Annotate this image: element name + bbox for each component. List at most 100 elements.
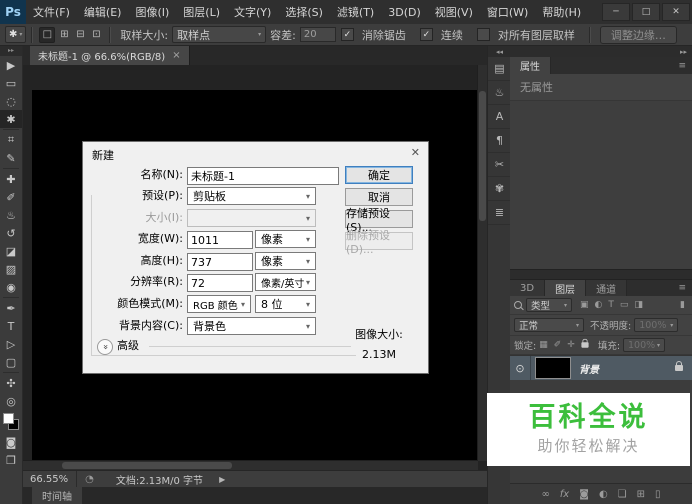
filter-adjustment-layers-icon[interactable]: ◐ bbox=[595, 300, 603, 310]
menu-help[interactable]: 帮助(H) bbox=[535, 4, 588, 20]
brush-panel-icon[interactable]: ✾ bbox=[488, 177, 511, 201]
quick-mask-button[interactable]: ◙ bbox=[0, 433, 22, 451]
magic-wand-tool[interactable]: ✱ bbox=[0, 110, 22, 128]
pen-tool[interactable]: ✒ bbox=[0, 299, 22, 317]
anti-alias-option[interactable]: ✓ 消除锯齿 bbox=[341, 27, 410, 43]
expand-panels-handle[interactable]: ◂◂ bbox=[488, 46, 511, 57]
sample-size-dropdown[interactable]: 取样点 ▾ bbox=[172, 26, 266, 43]
crop-tool[interactable]: ⌗ bbox=[0, 131, 22, 149]
lock-paint-icon[interactable]: ✐ bbox=[554, 340, 562, 350]
new-layer-icon[interactable]: ⊞ bbox=[637, 489, 645, 500]
cancel-button[interactable]: 取消 bbox=[345, 188, 413, 206]
paragraph-panel-icon[interactable]: ¶ bbox=[488, 129, 511, 153]
type-tool[interactable]: T bbox=[0, 317, 22, 335]
subtract-from-selection-icon[interactable]: ⊟ bbox=[73, 28, 87, 42]
status-menu-arrow-icon[interactable]: ▶ bbox=[219, 475, 225, 484]
intersect-selection-icon[interactable]: ⊡ bbox=[89, 28, 103, 42]
filter-toggle-icon[interactable]: ▮ bbox=[680, 300, 685, 310]
tab-3d[interactable]: 3D bbox=[510, 280, 545, 296]
opacity-dropdown[interactable]: 100% ▾ bbox=[634, 318, 678, 332]
layer-effects-icon[interactable]: fx bbox=[560, 489, 569, 500]
shape-tool[interactable]: ▢ bbox=[0, 353, 22, 371]
menu-image[interactable]: 图像(I) bbox=[128, 4, 176, 20]
zoom-tool[interactable]: ◎ bbox=[0, 392, 22, 410]
height-input[interactable] bbox=[187, 253, 253, 271]
checkbox-checked-icon[interactable]: ✓ bbox=[420, 28, 433, 41]
layer-row-background[interactable]: ⊙ 背景 bbox=[510, 356, 692, 380]
filter-type-layers-icon[interactable]: T bbox=[608, 300, 614, 310]
lock-all-icon[interactable] bbox=[581, 342, 588, 347]
filter-shape-layers-icon[interactable]: ▭ bbox=[620, 300, 629, 310]
name-input[interactable] bbox=[187, 167, 339, 185]
healing-brush-tool[interactable]: ✚ bbox=[0, 170, 22, 188]
checkbox-checked-icon[interactable]: ✓ bbox=[341, 28, 354, 41]
zoom-level-field[interactable]: 66.55% bbox=[22, 471, 77, 488]
tab-channels[interactable]: 通道 bbox=[586, 280, 627, 296]
menu-window[interactable]: 窗口(W) bbox=[480, 4, 535, 20]
collapse-tools-handle[interactable]: ▸▸ bbox=[0, 46, 22, 56]
minimize-button[interactable]: ─ bbox=[602, 3, 630, 21]
height-unit-dropdown[interactable]: 像素 ▾ bbox=[255, 252, 316, 270]
tolerance-input[interactable] bbox=[300, 27, 336, 42]
menu-layer[interactable]: 图层(L) bbox=[176, 4, 227, 20]
width-unit-dropdown[interactable]: 像素 ▾ bbox=[255, 230, 316, 248]
move-tool[interactable]: ▶ bbox=[0, 56, 22, 74]
path-select-tool[interactable]: ▷ bbox=[0, 335, 22, 353]
menu-filter[interactable]: 滤镜(T) bbox=[330, 4, 381, 20]
maximize-button[interactable]: □ bbox=[632, 3, 660, 21]
properties-panel-icon[interactable]: ▤ bbox=[488, 57, 511, 81]
blend-mode-dropdown[interactable]: 正常 ▾ bbox=[514, 318, 584, 332]
brush-tool[interactable]: ✐ bbox=[0, 188, 22, 206]
clone-source-panel-icon[interactable]: ♨ bbox=[488, 81, 511, 105]
menu-type[interactable]: 文字(Y) bbox=[227, 4, 278, 20]
marquee-tool[interactable]: ▭ bbox=[0, 74, 22, 92]
new-selection-icon[interactable]: □ bbox=[39, 27, 55, 43]
lasso-tool[interactable]: ◌ bbox=[0, 92, 22, 110]
resolution-input[interactable] bbox=[187, 274, 253, 292]
history-brush-tool[interactable]: ↺ bbox=[0, 224, 22, 242]
filter-smart-objects-icon[interactable]: ◨ bbox=[634, 300, 643, 310]
width-input[interactable] bbox=[187, 231, 253, 249]
layer-comps-panel-icon[interactable]: ≣ bbox=[488, 201, 511, 225]
checkbox-unchecked-icon[interactable] bbox=[477, 28, 490, 41]
preset-dropdown[interactable]: 剪贴板 ▾ bbox=[187, 187, 316, 205]
advanced-expander-button[interactable]: » bbox=[97, 339, 113, 355]
hand-tool[interactable]: ✣ bbox=[0, 374, 22, 392]
menu-edit[interactable]: 编辑(E) bbox=[77, 4, 129, 20]
dialog-close-icon[interactable]: ✕ bbox=[411, 146, 420, 159]
eyedropper-tool[interactable]: ✎ bbox=[0, 149, 22, 167]
save-preset-button[interactable]: 存储预设(S)... bbox=[345, 210, 413, 228]
resolution-unit-dropdown[interactable]: 像素/英寸 ▾ bbox=[255, 273, 316, 291]
tab-timeline[interactable]: 时间轴 bbox=[32, 487, 82, 504]
lock-transparency-icon[interactable]: ▦ bbox=[539, 340, 548, 350]
menu-select[interactable]: 选择(S) bbox=[278, 4, 330, 20]
close-button[interactable]: ✕ bbox=[662, 3, 690, 21]
link-layers-icon[interactable]: ∞ bbox=[541, 489, 549, 500]
gradient-tool[interactable]: ▨ bbox=[0, 260, 22, 278]
filter-type-dropdown[interactable]: 类型 ▾ bbox=[526, 298, 572, 312]
horizontal-scrollbar[interactable] bbox=[22, 460, 478, 470]
vertical-scrollbar[interactable] bbox=[477, 65, 487, 461]
filter-pixel-layers-icon[interactable]: ▣ bbox=[580, 300, 589, 310]
vertical-scrollbar-thumb[interactable] bbox=[479, 91, 486, 221]
horizontal-scrollbar-thumb[interactable] bbox=[62, 462, 232, 469]
layer-mask-icon[interactable]: ◙ bbox=[579, 489, 589, 500]
screen-mode-button[interactable]: ❐ bbox=[0, 451, 22, 469]
lock-position-icon[interactable]: ✛ bbox=[567, 340, 575, 350]
color-mode-dropdown[interactable]: RGB 颜色 ▾ bbox=[187, 295, 251, 313]
ok-button[interactable]: 确定 bbox=[345, 166, 413, 184]
menu-view[interactable]: 视图(V) bbox=[428, 4, 480, 20]
close-icon[interactable]: × bbox=[172, 50, 180, 61]
delete-layer-icon[interactable]: ▯ bbox=[655, 489, 661, 500]
tab-layers[interactable]: 图层 bbox=[545, 280, 586, 296]
layer-group-icon[interactable]: ❏ bbox=[618, 489, 627, 500]
character-panel-icon[interactable]: A bbox=[488, 105, 511, 129]
tool-presets-panel-icon[interactable]: ✂ bbox=[488, 153, 511, 177]
current-tool-button[interactable]: ✱ ▾ bbox=[5, 26, 26, 43]
document-tab[interactable]: 未标题-1 @ 66.6%(RGB/8) × bbox=[30, 46, 190, 65]
color-swatches[interactable] bbox=[3, 413, 19, 430]
menu-3d[interactable]: 3D(D) bbox=[381, 6, 428, 19]
panel-group-divider[interactable] bbox=[510, 269, 692, 280]
color-depth-dropdown[interactable]: 8 位 ▾ bbox=[255, 295, 316, 313]
refine-edge-button[interactable]: 调整边缘… bbox=[600, 26, 677, 44]
